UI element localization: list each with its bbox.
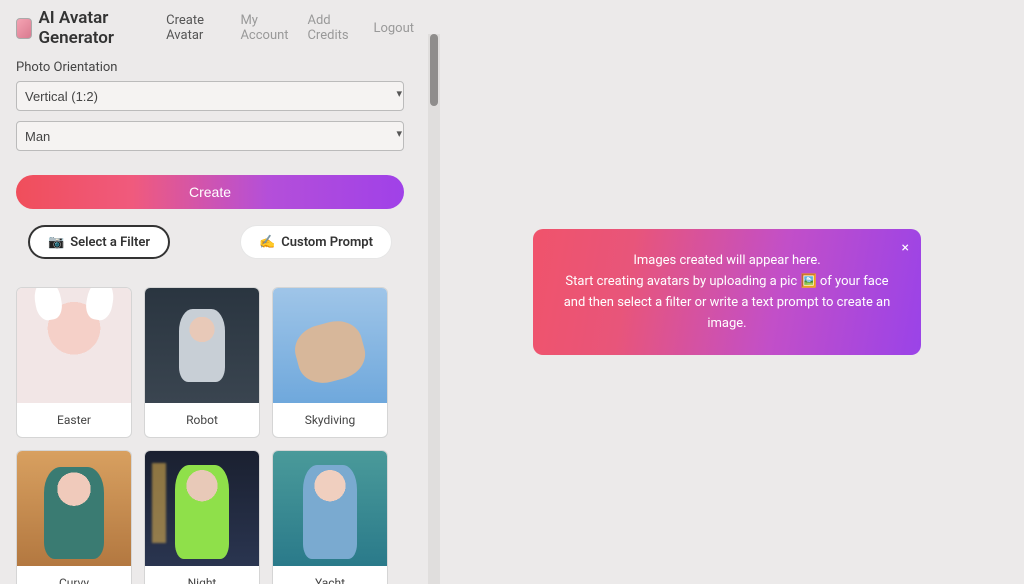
pen-icon: ✍️ bbox=[259, 235, 275, 250]
filter-card-night[interactable]: Night bbox=[144, 450, 260, 584]
left-panel: AI Avatar Generator Create Avatar My Acc… bbox=[0, 0, 430, 584]
filter-grid: Easter Robot Skydiving Curvy Night Yacht bbox=[16, 287, 404, 584]
logo-block: AI Avatar Generator bbox=[16, 8, 152, 48]
filter-card-curvy[interactable]: Curvy bbox=[16, 450, 132, 584]
filter-label: Easter bbox=[17, 403, 131, 437]
orientation-label: Photo Orientation bbox=[16, 60, 414, 75]
filter-label: Yacht bbox=[273, 566, 387, 584]
avatar-thumb bbox=[17, 288, 131, 403]
filter-label: Skydiving bbox=[273, 403, 387, 437]
filter-card-yacht[interactable]: Yacht bbox=[272, 450, 388, 584]
nav-logout[interactable]: Logout bbox=[373, 21, 414, 36]
filter-label: Robot bbox=[145, 403, 259, 437]
filter-card-easter[interactable]: Easter bbox=[16, 287, 132, 438]
select-filter-button[interactable]: 📷 Select a Filter bbox=[28, 225, 170, 259]
nav-my-account[interactable]: My Account bbox=[240, 13, 293, 43]
nav-add-credits[interactable]: Add Credits bbox=[307, 13, 359, 43]
avatar-thumb bbox=[145, 288, 259, 403]
avatar-thumb bbox=[273, 288, 387, 403]
filter-label: Curvy bbox=[17, 566, 131, 584]
info-card: × Images created will appear here. Start… bbox=[533, 229, 921, 354]
info-line-1: Images created will appear here. bbox=[561, 251, 893, 272]
gender-select[interactable]: Man bbox=[16, 121, 404, 151]
logo-icon bbox=[16, 18, 32, 39]
header: AI Avatar Generator Create Avatar My Acc… bbox=[16, 8, 414, 48]
camera-icon: 📷 bbox=[48, 235, 64, 250]
right-panel: × Images created will appear here. Start… bbox=[430, 0, 1024, 584]
filter-card-skydiving[interactable]: Skydiving bbox=[272, 287, 388, 438]
close-icon[interactable]: × bbox=[902, 237, 909, 259]
filter-card-robot[interactable]: Robot bbox=[144, 287, 260, 438]
avatar-thumb bbox=[17, 451, 131, 566]
select-filter-label: Select a Filter bbox=[70, 235, 150, 250]
info-line-2: Start creating avatars by uploading a pi… bbox=[561, 272, 893, 293]
custom-prompt-button[interactable]: ✍️ Custom Prompt bbox=[240, 225, 392, 259]
app-title: AI Avatar Generator bbox=[38, 8, 152, 48]
create-button[interactable]: Create bbox=[16, 175, 404, 209]
picture-icon: 🖼️ bbox=[800, 274, 816, 289]
avatar-thumb bbox=[273, 451, 387, 566]
orientation-select[interactable]: Vertical (1:2) bbox=[16, 81, 404, 111]
avatar-thumb bbox=[145, 451, 259, 566]
nav-create-avatar[interactable]: Create Avatar bbox=[166, 13, 226, 43]
filter-label: Night bbox=[145, 566, 259, 584]
info-line-3: and then select a filter or write a text… bbox=[561, 293, 893, 335]
action-row: 📷 Select a Filter ✍️ Custom Prompt bbox=[16, 225, 404, 259]
custom-prompt-label: Custom Prompt bbox=[281, 235, 373, 250]
